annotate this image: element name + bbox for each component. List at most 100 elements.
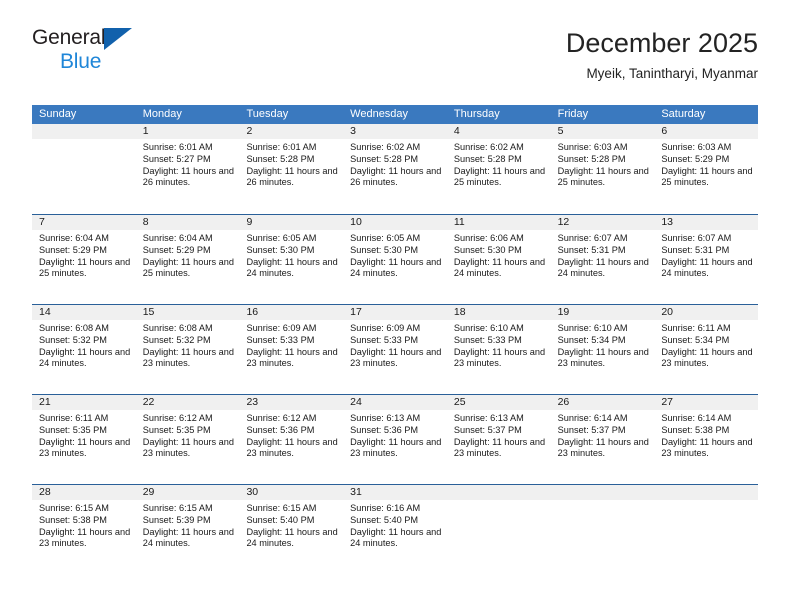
day-cell[interactable]: 20 Sunrise: 6:11 AM Sunset: 5:34 PM Dayligh… bbox=[654, 305, 759, 394]
sunset-time: Sunset: 5:34 PM bbox=[661, 334, 730, 345]
day-details: Sunrise: 6:08 AM Sunset: 5:32 PM Daylight:… bbox=[136, 320, 240, 370]
sunset-time: Sunset: 5:30 PM bbox=[453, 244, 522, 255]
general-blue-logo: General Blue bbox=[32, 26, 172, 82]
daylight-duration: Daylight: 11 hours and 23 minutes. bbox=[661, 436, 753, 459]
day-cell[interactable]: 9 Sunrise: 6:05 AM Sunset: 5:30 PM Daylight… bbox=[239, 215, 344, 304]
day-cell[interactable]: 1 Sunrise: 6:01 AM Sunset: 5:27 PM Daylight… bbox=[135, 124, 240, 214]
daylight-duration: Daylight: 11 hours and 23 minutes. bbox=[142, 346, 234, 369]
day-details: Sunrise: 6:04 AM Sunset: 5:29 PM Daylight:… bbox=[136, 230, 240, 280]
calendar-grid: Sunday Monday Tuesday Wednesday Thursday… bbox=[32, 105, 759, 574]
day-cell[interactable]: 14 Sunrise: 6:08 AM Sunset: 5:32 PM Dayligh… bbox=[32, 305, 136, 394]
day-details: Sunrise: 6:10 AM Sunset: 5:33 PM Daylight:… bbox=[447, 320, 551, 370]
day-details: Sunrise: 6:15 AM Sunset: 5:40 PM Daylight:… bbox=[239, 500, 343, 550]
sunset-time: Sunset: 5:38 PM bbox=[39, 514, 107, 525]
day-number bbox=[446, 485, 551, 500]
day-number: 18 bbox=[446, 305, 551, 320]
daylight-duration: Daylight: 11 hours and 24 minutes. bbox=[661, 256, 753, 279]
daylight-duration: Daylight: 11 hours and 26 minutes. bbox=[142, 165, 234, 188]
day-cell[interactable]: 7 Sunrise: 6:04 AM Sunset: 5:29 PM Daylight… bbox=[32, 215, 136, 304]
sunrise-time: Sunrise: 6:10 AM bbox=[557, 323, 628, 333]
day-number bbox=[654, 485, 759, 500]
daylight-duration: Daylight: 11 hours and 25 minutes. bbox=[39, 256, 131, 279]
weekday-sunday: Sunday bbox=[39, 108, 77, 120]
daylight-duration: Daylight: 11 hours and 23 minutes. bbox=[350, 436, 442, 459]
daylight-duration: Daylight: 11 hours and 24 minutes. bbox=[557, 256, 649, 279]
day-cell[interactable]: 29 Sunrise: 6:15 AM Sunset: 5:39 PM Dayligh… bbox=[135, 485, 240, 574]
day-cell[interactable]: 21 Sunrise: 6:11 AM Sunset: 5:35 PM Dayligh… bbox=[32, 395, 136, 484]
day-number: 31 bbox=[343, 485, 447, 500]
sunrise-time: Sunrise: 6:07 AM bbox=[661, 233, 732, 243]
day-cell[interactable]: 27 Sunrise: 6:14 AM Sunset: 5:38 PM Dayligh… bbox=[654, 395, 759, 484]
day-cell[interactable]: 18 Sunrise: 6:10 AM Sunset: 5:33 PM Dayligh… bbox=[446, 305, 551, 394]
day-cell[interactable]: 28 Sunrise: 6:15 AM Sunset: 5:38 PM Dayligh… bbox=[32, 485, 136, 574]
logo-text-blue: Blue bbox=[60, 50, 102, 73]
weekday-thursday: Thursday bbox=[453, 108, 500, 120]
day-number: 10 bbox=[343, 215, 447, 230]
day-cell[interactable]: 6 Sunrise: 6:03 AM Sunset: 5:29 PM Daylight… bbox=[654, 124, 759, 214]
day-cell[interactable]: 12 Sunrise: 6:07 AM Sunset: 5:31 PM Dayligh… bbox=[550, 215, 655, 304]
daylight-duration: Daylight: 11 hours and 23 minutes. bbox=[142, 436, 234, 459]
day-cell[interactable]: 4 Sunrise: 6:02 AM Sunset: 5:28 PM Daylight… bbox=[446, 124, 551, 214]
day-cell[interactable]: 8 Sunrise: 6:04 AM Sunset: 5:29 PM Daylight… bbox=[135, 215, 240, 304]
sunset-time: Sunset: 5:32 PM bbox=[39, 334, 107, 345]
sunset-time: Sunset: 5:35 PM bbox=[142, 424, 211, 435]
day-cell[interactable]: 3 Sunrise: 6:02 AM Sunset: 5:28 PM Daylight… bbox=[343, 124, 447, 214]
day-cell[interactable]: 17 Sunrise: 6:09 AM Sunset: 5:33 PM Dayligh… bbox=[343, 305, 447, 394]
sunrise-time: Sunrise: 6:11 AM bbox=[39, 413, 109, 423]
day-number: 25 bbox=[446, 395, 551, 410]
sunrise-time: Sunrise: 6:16 AM bbox=[350, 503, 421, 513]
page-header: General Blue December 2025 Myeik, Tanint… bbox=[32, 26, 758, 98]
day-cell[interactable]: 30 Sunrise: 6:15 AM Sunset: 5:40 PM Dayligh… bbox=[239, 485, 344, 574]
weekday-monday: Monday bbox=[142, 108, 182, 120]
sunrise-time: Sunrise: 6:02 AM bbox=[453, 142, 524, 152]
day-cell[interactable]: 24 Sunrise: 6:13 AM Sunset: 5:36 PM Dayligh… bbox=[343, 395, 447, 484]
day-cell[interactable]: 10 Sunrise: 6:05 AM Sunset: 5:30 PM Dayligh… bbox=[343, 215, 447, 304]
day-number: 3 bbox=[343, 124, 447, 139]
day-details: Sunrise: 6:07 AM Sunset: 5:31 PM Daylight:… bbox=[551, 230, 655, 280]
daylight-duration: Daylight: 11 hours and 24 minutes. bbox=[246, 256, 338, 279]
daylight-duration: Daylight: 11 hours and 25 minutes. bbox=[661, 165, 753, 188]
day-details: Sunrise: 6:09 AM Sunset: 5:33 PM Daylight:… bbox=[343, 320, 447, 370]
day-details: Sunrise: 6:02 AM Sunset: 5:28 PM Daylight:… bbox=[447, 139, 551, 189]
day-cell[interactable]: 16 Sunrise: 6:09 AM Sunset: 5:33 PM Dayligh… bbox=[239, 305, 344, 394]
day-cell[interactable]: 2 Sunrise: 6:01 AM Sunset: 5:28 PM Daylight… bbox=[239, 124, 344, 214]
day-details: Sunrise: 6:04 AM Sunset: 5:29 PM Daylight:… bbox=[32, 230, 136, 280]
daylight-duration: Daylight: 11 hours and 23 minutes. bbox=[453, 346, 546, 369]
day-cell[interactable]: 11 Sunrise: 6:06 AM Sunset: 5:30 PM Dayligh… bbox=[446, 215, 551, 304]
sunrise-time: Sunrise: 6:15 AM bbox=[142, 503, 213, 513]
sunset-time: Sunset: 5:40 PM bbox=[246, 514, 315, 525]
sunrise-time: Sunrise: 6:01 AM bbox=[246, 142, 317, 152]
day-details: Sunrise: 6:03 AM Sunset: 5:29 PM Daylight:… bbox=[654, 139, 758, 189]
sunset-time: Sunset: 5:37 PM bbox=[453, 424, 522, 435]
day-cell[interactable]: 26 Sunrise: 6:14 AM Sunset: 5:37 PM Dayligh… bbox=[550, 395, 655, 484]
sunrise-time: Sunrise: 6:15 AM bbox=[39, 503, 109, 513]
day-cell[interactable]: 23 Sunrise: 6:12 AM Sunset: 5:36 PM Dayligh… bbox=[239, 395, 344, 484]
sunset-time: Sunset: 5:36 PM bbox=[246, 424, 315, 435]
sunrise-time: Sunrise: 6:13 AM bbox=[350, 413, 421, 423]
day-number: 15 bbox=[135, 305, 240, 320]
sunrise-time: Sunrise: 6:08 AM bbox=[39, 323, 109, 333]
daylight-duration: Daylight: 11 hours and 23 minutes. bbox=[350, 346, 442, 369]
day-cell[interactable]: 25 Sunrise: 6:13 AM Sunset: 5:37 PM Dayligh… bbox=[446, 395, 551, 484]
day-cell[interactable]: 31 Sunrise: 6:16 AM Sunset: 5:40 PM Dayligh… bbox=[343, 485, 447, 574]
sunset-time: Sunset: 5:39 PM bbox=[142, 514, 211, 525]
day-cell[interactable]: 5 Sunrise: 6:03 AM Sunset: 5:28 PM Daylight… bbox=[550, 124, 655, 214]
day-details: Sunrise: 6:09 AM Sunset: 5:33 PM Daylight:… bbox=[239, 320, 343, 370]
weekday-tuesday: Tuesday bbox=[246, 108, 289, 120]
day-details: Sunrise: 6:11 AM Sunset: 5:34 PM Daylight:… bbox=[654, 320, 758, 370]
day-cell-empty bbox=[446, 485, 551, 574]
daylight-duration: Daylight: 11 hours and 24 minutes. bbox=[39, 346, 131, 369]
day-cell[interactable]: 13 Sunrise: 6:07 AM Sunset: 5:31 PM Dayligh… bbox=[654, 215, 759, 304]
week-row: 1 Sunrise: 6:01 AM Sunset: 5:27 PM Daylight… bbox=[32, 124, 759, 214]
daylight-duration: Daylight: 11 hours and 23 minutes. bbox=[453, 436, 546, 459]
day-number: 28 bbox=[32, 485, 136, 500]
day-cell[interactable]: 15 Sunrise: 6:08 AM Sunset: 5:32 PM Dayligh… bbox=[135, 305, 240, 394]
sunset-time: Sunset: 5:30 PM bbox=[350, 244, 419, 255]
daylight-duration: Daylight: 11 hours and 23 minutes. bbox=[39, 526, 131, 549]
day-number: 26 bbox=[550, 395, 655, 410]
day-cell[interactable]: 19 Sunrise: 6:10 AM Sunset: 5:34 PM Dayligh… bbox=[550, 305, 655, 394]
daylight-duration: Daylight: 11 hours and 24 minutes. bbox=[453, 256, 546, 279]
sunrise-time: Sunrise: 6:04 AM bbox=[39, 233, 109, 243]
daylight-duration: Daylight: 11 hours and 26 minutes. bbox=[350, 165, 442, 188]
day-cell[interactable]: 22 Sunrise: 6:12 AM Sunset: 5:35 PM Dayligh… bbox=[135, 395, 240, 484]
